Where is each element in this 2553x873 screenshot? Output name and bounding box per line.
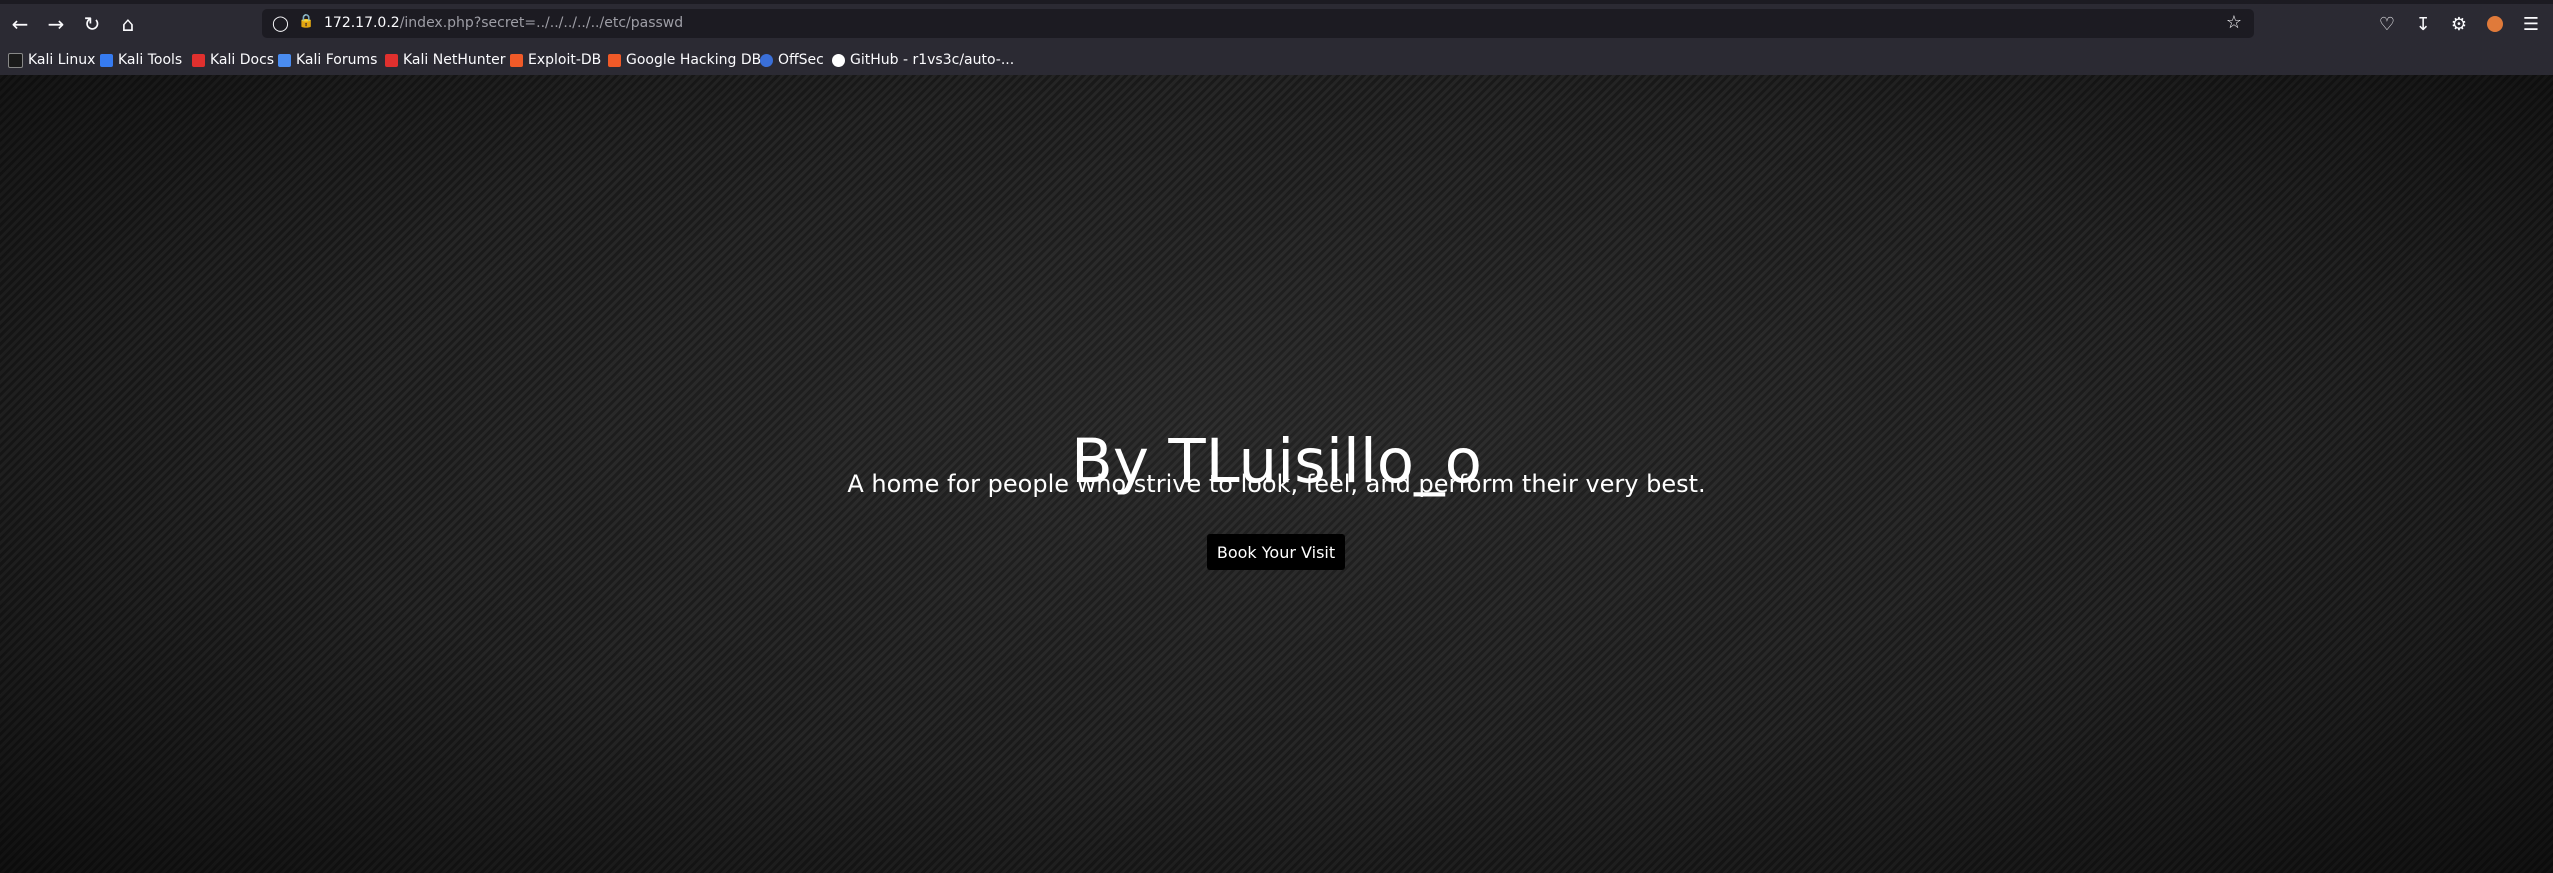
bookmark-label: GitHub - r1vs3c/auto-... — [850, 52, 1015, 68]
kali-docs-icon — [192, 53, 205, 67]
extensions-icon[interactable]: ⚙ — [2442, 10, 2476, 38]
url-path: /index.php?secret=../../../../../etc/pas… — [399, 15, 684, 31]
menu-icon[interactable]: ☰ — [2514, 10, 2548, 38]
bookmark-kali-forums[interactable]: Kali Forums — [278, 48, 377, 72]
bookmark-label: Exploit-DB — [528, 52, 602, 68]
bookmark-star-icon[interactable]: ☆ — [2226, 12, 2242, 33]
url-text[interactable]: 172.17.0.2/index.php?secret=../../../../… — [324, 15, 683, 31]
bookmark-kali-nethunter[interactable]: Kali NetHunter — [385, 48, 505, 72]
bookmark-kali-tools[interactable]: Kali Tools — [100, 48, 182, 72]
github-icon — [832, 53, 845, 67]
profile-icon[interactable] — [2478, 10, 2512, 38]
kali-nethunter-icon — [385, 53, 398, 67]
bookmark-label: Kali Forums — [296, 52, 378, 68]
downloads-icon[interactable]: ↧ — [2406, 10, 2440, 38]
bookmark-offsec[interactable]: OffSec — [760, 48, 824, 72]
url-host: 172.17.0.2 — [324, 15, 400, 31]
kali-tools-icon — [100, 53, 113, 67]
ghdb-icon — [608, 53, 621, 67]
shield-icon[interactable]: ◯ — [272, 14, 289, 32]
home-icon[interactable]: ⌂ — [110, 10, 146, 38]
bookmark-label: Kali Linux — [28, 52, 96, 68]
bookmark-google-hacking-db[interactable]: Google Hacking DB — [608, 48, 761, 72]
back-icon[interactable]: ← — [2, 10, 38, 38]
pocket-icon[interactable]: ♡ — [2370, 10, 2404, 38]
lock-icon[interactable]: 🔒 — [298, 14, 314, 29]
bookmark-label: Kali Tools — [118, 52, 183, 68]
bookmark-exploit-db[interactable]: Exploit-DB — [510, 48, 601, 72]
page-content: By TLuisillo_o A home for people who str… — [0, 75, 2553, 873]
forward-icon[interactable]: → — [38, 10, 74, 38]
browser-toolbar: ← → ↻ ⌂ ◯ 🔒 172.17.0.2/index.php?secret=… — [0, 0, 2553, 75]
window-top-edge — [0, 0, 2553, 4]
bookmark-label: Kali NetHunter — [403, 52, 506, 68]
bookmarks-bar: Kali Linux Kali Tools Kali Docs Kali For… — [0, 48, 2553, 74]
bookmark-github[interactable]: GitHub - r1vs3c/auto-... — [832, 48, 1014, 72]
bookmark-label: OffSec — [778, 52, 824, 68]
bookmark-label: Kali Docs — [210, 52, 275, 68]
bookmark-kali-linux[interactable]: Kali Linux — [8, 48, 95, 72]
kali-linux-icon — [8, 52, 23, 68]
offsec-icon — [760, 53, 773, 67]
book-your-visit-button[interactable]: Book Your Visit — [1207, 534, 1345, 570]
reload-icon[interactable]: ↻ — [74, 10, 110, 38]
kali-forums-icon — [278, 53, 291, 67]
address-bar[interactable]: ◯ 🔒 172.17.0.2/index.php?secret=../../..… — [262, 9, 2254, 38]
bookmark-kali-docs[interactable]: Kali Docs — [192, 48, 274, 72]
bookmark-label: Google Hacking DB — [626, 52, 762, 68]
hero-subtitle: A home for people who strive to look, fe… — [847, 470, 1706, 498]
exploit-db-icon — [510, 53, 523, 67]
